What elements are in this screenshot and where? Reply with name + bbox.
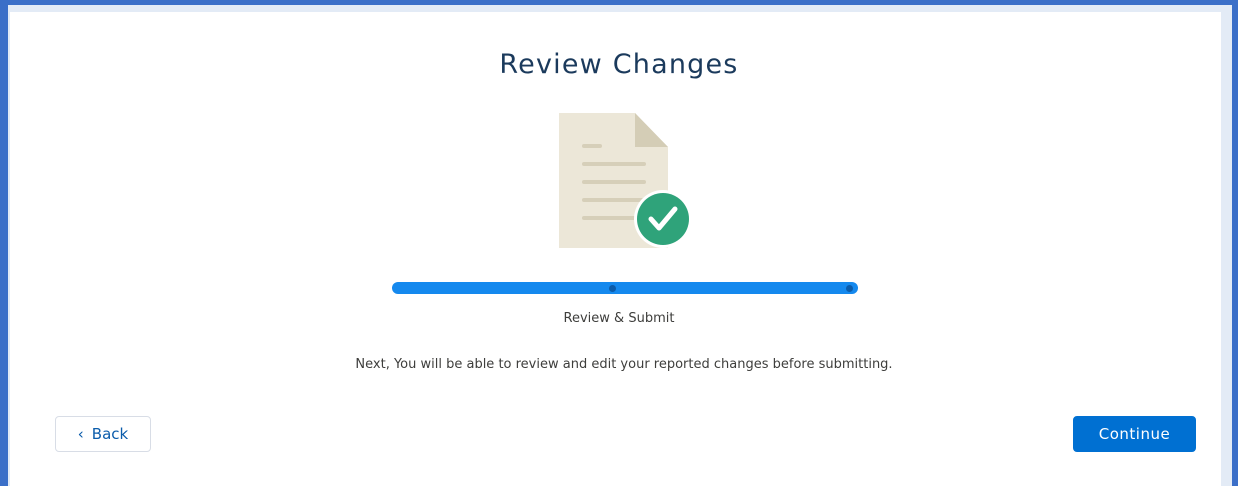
- progress-step-marker: [846, 285, 853, 292]
- document-check-icon: [558, 112, 694, 250]
- progress-step-label: Review & Submit: [563, 311, 675, 326]
- progress-bar: [392, 282, 858, 294]
- continue-button[interactable]: Continue: [1073, 416, 1196, 452]
- back-button[interactable]: ‹ Back: [55, 416, 151, 452]
- chevron-left-icon: ‹: [77, 424, 84, 443]
- back-button-label: Back: [91, 425, 129, 443]
- page-title: Review Changes: [499, 49, 739, 80]
- progress-step-marker: [609, 285, 616, 292]
- info-message: Next, You will be able to review and edi…: [355, 357, 893, 372]
